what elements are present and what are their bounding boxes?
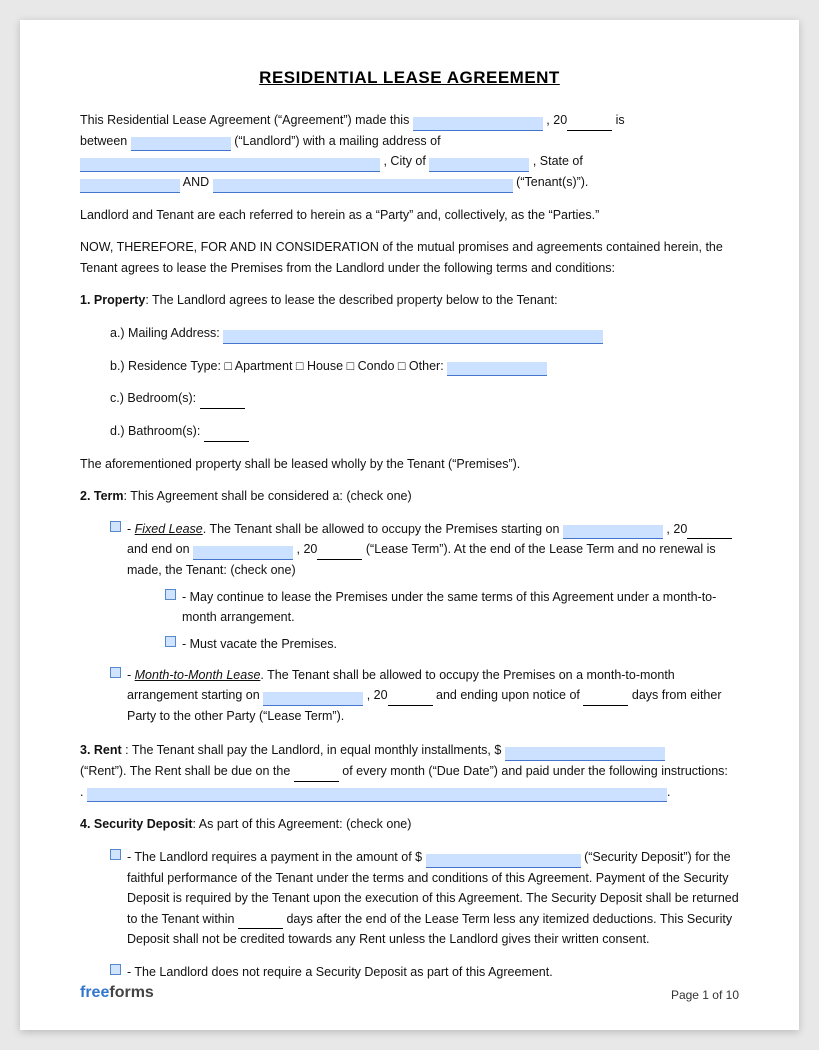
section4-option1: - The Landlord requires a payment in the… <box>110 847 739 950</box>
landlord-name-field[interactable] <box>131 137 231 151</box>
fixed-sub-options: - May continue to lease the Premises und… <box>165 587 739 655</box>
bedrooms-field[interactable] <box>200 395 245 409</box>
end-year-field[interactable] <box>317 546 362 560</box>
notice-days-field[interactable] <box>583 692 628 706</box>
mtm-lease-line: - Month-to-Month Lease. The Tenant shall… <box>110 665 739 727</box>
section1-header: 1. Property: The Landlord agrees to leas… <box>80 290 739 311</box>
section1-items: a.) Mailing Address: b.) Residence Type:… <box>110 323 739 442</box>
mtm-start-field[interactable] <box>263 692 363 706</box>
house-checkbox[interactable]: □ House <box>296 359 347 373</box>
section2-fixed: - Fixed Lease. The Tenant shall be allow… <box>110 519 739 655</box>
mtm-year-field[interactable] <box>388 692 433 706</box>
start-year-field[interactable] <box>687 525 732 539</box>
document-page: RESIDENTIAL LEASE AGREEMENT This Residen… <box>20 20 799 1030</box>
payment-instructions-field[interactable] <box>87 788 667 802</box>
section1-a: a.) Mailing Address: <box>110 323 739 344</box>
section2-mtm: - Month-to-Month Lease. The Tenant shall… <box>110 665 739 727</box>
start-date-field[interactable] <box>563 525 663 539</box>
other-checkbox[interactable]: □ Other: <box>398 359 447 373</box>
premises-closing: The aforementioned property shall be lea… <box>80 454 739 475</box>
rent-amount-field[interactable] <box>505 747 665 761</box>
no-security-deposit-checkbox[interactable] <box>110 964 121 975</box>
vacate-checkbox[interactable] <box>165 636 176 647</box>
state-field[interactable] <box>80 179 180 193</box>
security-deposit-checkbox[interactable] <box>110 849 121 860</box>
brand-free: free <box>80 984 109 1001</box>
continue-lease-checkbox[interactable] <box>165 589 176 600</box>
intro-line1: This Residential Lease Agreement (“Agree… <box>80 113 409 127</box>
bathrooms-field[interactable] <box>204 428 249 442</box>
section3: 3. Rent : The Tenant shall pay the Landl… <box>80 740 739 802</box>
section4-header: 4. Security Deposit: As part of this Agr… <box>80 814 739 835</box>
intro-paragraph: This Residential Lease Agreement (“Agree… <box>80 110 739 193</box>
mtm-lease-checkbox[interactable] <box>110 667 121 678</box>
fixed-lease-checkbox[interactable] <box>110 521 121 532</box>
tenant-name-field[interactable] <box>213 179 513 193</box>
vacate-line: - Must vacate the Premises. <box>165 634 739 655</box>
page-number: Page 1 of 10 <box>671 988 739 1002</box>
section1-b: b.) Residence Type: □ Apartment □ House … <box>110 356 739 377</box>
document-title: RESIDENTIAL LEASE AGREEMENT <box>80 68 739 88</box>
due-date-field[interactable] <box>294 768 339 782</box>
city-field[interactable] <box>429 158 529 172</box>
security-deposit-amount-field[interactable] <box>426 854 581 868</box>
now-therefore: NOW, THEREFORE, FOR AND IN CONSIDERATION… <box>80 237 739 278</box>
section4-option2: - The Landlord does not require a Securi… <box>110 962 739 983</box>
date-field[interactable] <box>413 117 543 131</box>
continue-lease-line: - May continue to lease the Premises und… <box>165 587 739 628</box>
section1-d: d.) Bathroom(s): <box>110 421 739 442</box>
brand-forms: forms <box>109 984 153 1001</box>
property-address-field[interactable] <box>223 330 603 344</box>
parties-note: Landlord and Tenant are each referred to… <box>80 205 739 226</box>
security-deposit-required-line: - The Landlord requires a payment in the… <box>110 847 739 950</box>
mailing-address-field[interactable] <box>80 158 380 172</box>
no-security-deposit-line: - The Landlord does not require a Securi… <box>110 962 739 983</box>
apt-checkbox[interactable]: □ Apartment <box>224 359 295 373</box>
year-field[interactable] <box>567 117 612 131</box>
other-type-field[interactable] <box>447 362 547 376</box>
return-days-field[interactable] <box>238 915 283 929</box>
brand: freeforms <box>80 984 154 1002</box>
section1-c: c.) Bedroom(s): <box>110 388 739 409</box>
document-footer: freeforms Page 1 of 10 <box>80 984 739 1002</box>
fixed-lease-line: - Fixed Lease. The Tenant shall be allow… <box>110 519 739 581</box>
condo-checkbox[interactable]: □ Condo <box>347 359 398 373</box>
section2-header: 2. Term: This Agreement shall be conside… <box>80 486 739 507</box>
end-date-field[interactable] <box>193 546 293 560</box>
